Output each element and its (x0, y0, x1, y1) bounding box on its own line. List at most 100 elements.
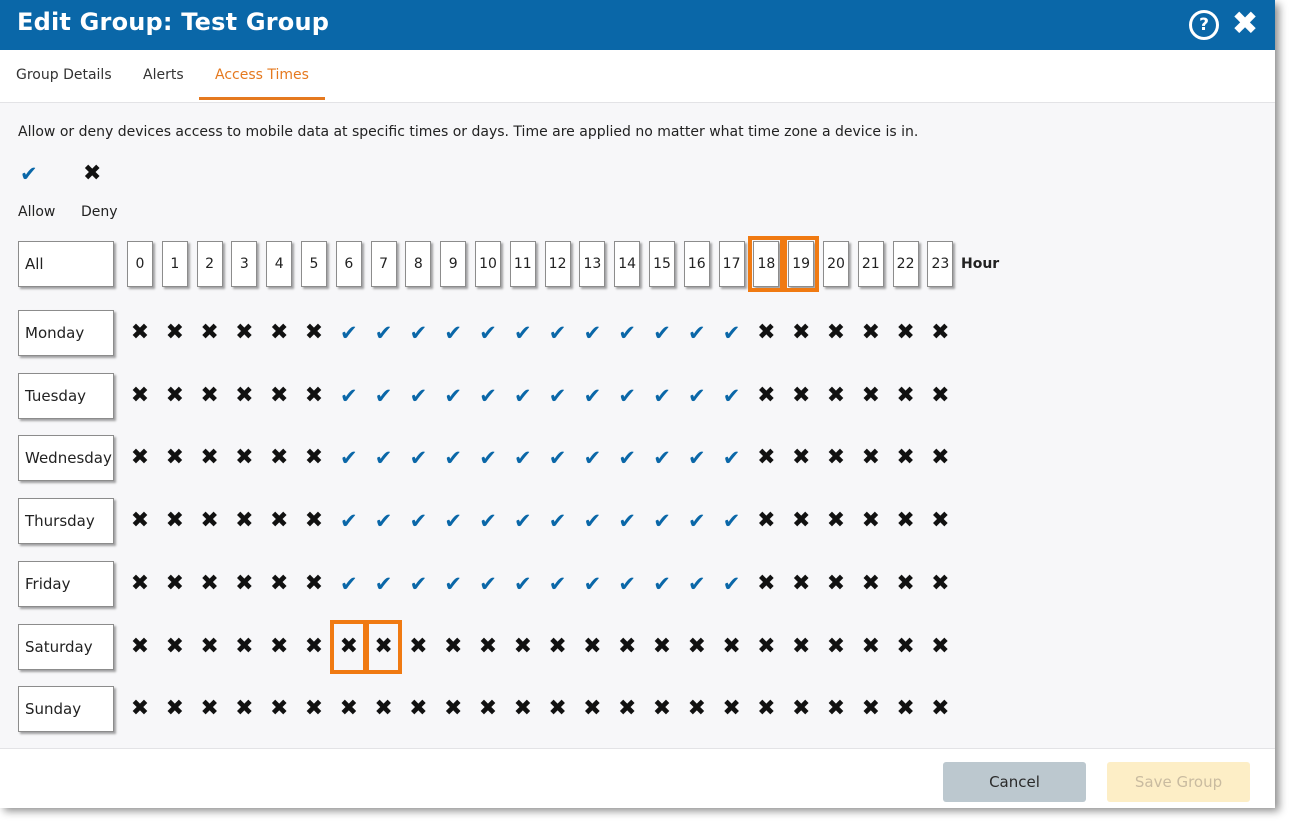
x-icon[interactable]: ✖ (682, 632, 712, 662)
hour-button-4[interactable]: 4 (266, 241, 293, 287)
x-icon[interactable]: ✖ (403, 632, 433, 662)
x-icon[interactable]: ✖ (229, 381, 259, 411)
checkmark-icon[interactable]: ✔ (508, 569, 538, 599)
x-icon[interactable]: ✖ (612, 632, 642, 662)
x-icon[interactable]: ✖ (195, 694, 225, 724)
checkmark-icon[interactable]: ✔ (577, 318, 607, 348)
hour-button-14[interactable]: 14 (614, 241, 641, 287)
x-icon[interactable]: ✖ (647, 632, 677, 662)
x-icon[interactable]: ✖ (682, 694, 712, 724)
x-icon[interactable]: ✖ (229, 569, 259, 599)
day-button-friday[interactable]: Friday (18, 560, 114, 607)
x-icon[interactable]: ✖ (264, 569, 294, 599)
checkmark-icon[interactable]: ✔ (508, 443, 538, 473)
hour-button-10[interactable]: 10 (475, 241, 501, 287)
checkmark-icon[interactable]: ✔ (334, 569, 364, 599)
checkmark-icon[interactable]: ✔ (717, 506, 747, 536)
x-icon[interactable]: ✖ (925, 318, 955, 348)
x-icon[interactable]: ✖ (195, 443, 225, 473)
checkmark-icon[interactable]: ✔ (717, 381, 747, 411)
checkmark-icon[interactable]: ✔ (438, 381, 468, 411)
x-icon[interactable]: ✖ (925, 506, 955, 536)
x-icon[interactable]: ✖ (786, 569, 816, 599)
hour-button-12[interactable]: 12 (544, 241, 571, 287)
x-icon[interactable]: ✖ (751, 443, 781, 473)
x-icon[interactable]: ✖ (473, 632, 503, 662)
x-icon[interactable]: ✖ (299, 569, 329, 599)
checkmark-icon[interactable]: ✔ (647, 443, 677, 473)
checkmark-icon[interactable]: ✔ (577, 443, 607, 473)
x-icon[interactable]: ✖ (125, 694, 155, 724)
x-icon[interactable]: ✖ (821, 632, 851, 662)
checkmark-icon[interactable]: ✔ (438, 569, 468, 599)
hour-button-13[interactable]: 13 (579, 241, 606, 287)
x-icon[interactable]: ✖ (856, 318, 886, 348)
hour-button-3[interactable]: 3 (231, 241, 258, 287)
x-icon[interactable]: ✖ (160, 443, 190, 473)
x-icon[interactable]: ✖ (786, 443, 816, 473)
hour-button-9[interactable]: 9 (440, 241, 467, 287)
x-icon[interactable]: ✖ (786, 506, 816, 536)
x-icon[interactable]: ✖ (125, 443, 155, 473)
hour-button-11[interactable]: 11 (509, 241, 536, 287)
x-icon[interactable]: ✖ (856, 632, 886, 662)
hour-button-15[interactable]: 15 (649, 241, 675, 287)
checkmark-icon[interactable]: ✔ (717, 569, 747, 599)
tab-group-details[interactable]: Group Details (16, 67, 112, 97)
checkmark-icon[interactable]: ✔ (334, 443, 364, 473)
x-icon[interactable]: ✖ (925, 694, 955, 724)
checkmark-icon[interactable]: ✔ (543, 318, 573, 348)
x-icon[interactable]: ✖ (543, 694, 573, 724)
x-icon[interactable]: ✖ (299, 318, 329, 348)
checkmark-icon[interactable]: ✔ (508, 506, 538, 536)
x-icon[interactable]: ✖ (891, 632, 921, 662)
all-days-button[interactable]: All (18, 241, 114, 287)
x-icon[interactable]: ✖ (160, 632, 190, 662)
checkmark-icon[interactable]: ✔ (473, 569, 503, 599)
x-icon[interactable]: ✖ (229, 694, 259, 724)
x-icon[interactable]: ✖ (125, 381, 155, 411)
x-icon[interactable]: ✖ (160, 694, 190, 724)
checkmark-icon[interactable]: ✔ (647, 569, 677, 599)
x-icon[interactable]: ✖ (856, 506, 886, 536)
x-icon[interactable]: ✖ (264, 318, 294, 348)
x-icon[interactable]: ✖ (508, 694, 538, 724)
x-icon[interactable]: ✖ (334, 632, 364, 662)
day-button-monday[interactable]: Monday (18, 310, 114, 356)
checkmark-icon[interactable]: ✔ (543, 506, 573, 536)
checkmark-icon[interactable]: ✔ (682, 506, 712, 536)
checkmark-icon[interactable]: ✔ (369, 318, 399, 348)
x-icon[interactable]: ✖ (334, 694, 364, 724)
x-icon[interactable]: ✖ (891, 506, 921, 536)
x-icon[interactable]: ✖ (751, 381, 781, 411)
hour-button-5[interactable]: 5 (301, 241, 327, 287)
x-icon[interactable]: ✖ (299, 632, 329, 662)
checkmark-icon[interactable]: ✔ (577, 506, 607, 536)
tab-alerts[interactable]: Alerts (143, 67, 184, 97)
x-icon[interactable]: ✖ (856, 443, 886, 473)
day-button-saturday[interactable]: Saturday (18, 623, 114, 670)
x-icon[interactable]: ✖ (438, 632, 468, 662)
x-icon[interactable]: ✖ (821, 443, 851, 473)
x-icon[interactable]: ✖ (821, 569, 851, 599)
x-icon[interactable]: ✖ (229, 632, 259, 662)
x-icon[interactable]: ✖ (891, 381, 921, 411)
x-icon[interactable]: ✖ (229, 318, 259, 348)
hour-button-7[interactable]: 7 (370, 241, 397, 287)
checkmark-icon[interactable]: ✔ (369, 381, 399, 411)
x-icon[interactable]: ✖ (647, 694, 677, 724)
x-icon[interactable]: ✖ (577, 632, 607, 662)
x-icon[interactable]: ✖ (403, 694, 433, 724)
x-icon[interactable]: ✖ (299, 694, 329, 724)
x-icon[interactable]: ✖ (925, 443, 955, 473)
close-icon[interactable]: ✖ (1229, 5, 1261, 41)
x-icon[interactable]: ✖ (925, 381, 955, 411)
checkmark-icon[interactable]: ✔ (508, 318, 538, 348)
x-icon[interactable]: ✖ (160, 506, 190, 536)
x-icon[interactable]: ✖ (577, 694, 607, 724)
hour-button-23[interactable]: 23 (927, 241, 954, 287)
hour-button-18[interactable]: 18 (753, 241, 780, 287)
x-icon[interactable]: ✖ (125, 318, 155, 348)
hour-button-8[interactable]: 8 (405, 241, 432, 287)
x-icon[interactable]: ✖ (821, 506, 851, 536)
